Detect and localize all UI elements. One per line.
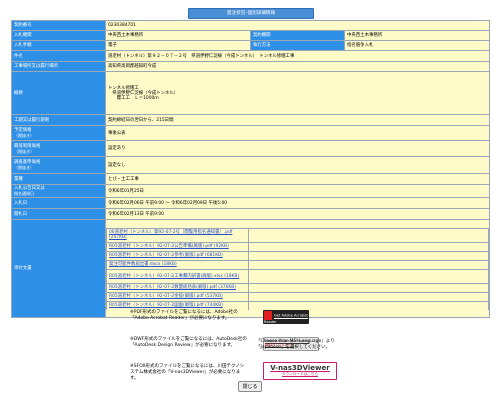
page-title: 発注状況･個別詳細情報 bbox=[188, 8, 314, 19]
document-link[interactable]: R05道老村（トンネル）92-07-2数量総括表(廃版).pdf (376KB) bbox=[109, 285, 246, 290]
attachments-label: 添付文書 bbox=[11, 219, 106, 318]
document-link[interactable]: R05道老村（トンネル）92-07-2金抜(廃版).pdf (537KB) bbox=[109, 294, 246, 299]
dwf-note: ※DWF形式のファイルをご覧になるには、AutoDesk社の「AutoDesk … bbox=[130, 337, 247, 348]
document-cell-right bbox=[248, 259, 489, 270]
location-label: 工事場所又は履行場所 bbox=[11, 61, 106, 72]
period-value: 契約締結日の翌日から、215日間 bbox=[104, 114, 491, 126]
bid-date-value: 令和6年02月06日 午前9:00 ～ 令和6年02月09日 午後5:00 bbox=[104, 197, 491, 209]
v-nas3dviewer-banner[interactable]: V-nas3DViewer ダウンロードはこちら bbox=[263, 362, 337, 380]
document-cell-right bbox=[248, 250, 489, 261]
industry-label: 業種 bbox=[11, 173, 106, 185]
attachments-list: 06道老村（トンネル）第92-07-2号（閲覧用指名通知書）.pdf (247K… bbox=[104, 219, 491, 318]
document-cell-right bbox=[248, 291, 489, 302]
subject-label: 件名 bbox=[11, 50, 106, 62]
min-price-label: 最低制限価格 （税抜き） bbox=[11, 140, 106, 157]
document-link[interactable]: 発注可能件数届出書.docx (18KB) bbox=[109, 262, 246, 267]
bidding-agency-label: 入札機関 bbox=[11, 30, 106, 41]
survey-price-label: 調査基準価格 （税抜き） bbox=[11, 156, 106, 174]
notice-date-label: 入札公告日又は 指名通知日 bbox=[11, 184, 106, 198]
document-cell-right bbox=[248, 268, 489, 284]
contract-agency-label: 契約機関 bbox=[250, 30, 345, 41]
opening-date-label: 開札日 bbox=[11, 208, 106, 220]
bid-date-label: 入札日 bbox=[11, 197, 106, 209]
execution-method-label: 執行方法 bbox=[250, 40, 345, 51]
language-note: 「Choose Your MSI Language」より「Japanese」を選… bbox=[256, 339, 335, 350]
location-value: 高知県高岡郡越知町今成 bbox=[104, 61, 491, 72]
close-button[interactable]: 閉じる bbox=[238, 381, 262, 392]
notice-date-value: 令和6年01月25日 bbox=[104, 184, 491, 198]
contract-number-value: 0230384701 bbox=[104, 20, 491, 31]
subject-value: 道老村（トンネル）第９２－０７－２号 県道伊野仁淀線（今成トンネル） トンネル修… bbox=[104, 50, 491, 62]
overview-label: 概要 bbox=[11, 71, 106, 115]
document-cell-right bbox=[248, 241, 489, 252]
opening-date-value: 令和6年02月13日 午前9:00 bbox=[104, 208, 491, 220]
survey-price-value: 設定なし bbox=[104, 156, 491, 174]
overview-line: 覆工工 Ｌ＝1000ｍ bbox=[108, 95, 159, 101]
document-cell-right bbox=[248, 227, 489, 243]
min-price-value: 設定あり bbox=[104, 140, 491, 157]
contract-agency-value: 中央西土木事務所 bbox=[343, 30, 491, 41]
pdf-note: ※PDF形式のファイルをご覧になるには、Adobe社の「Adobe Acroba… bbox=[130, 310, 238, 321]
document-link[interactable]: R05道老村（トンネル）92-07-2公告準備(廃版).pdf (92KB) bbox=[109, 244, 246, 249]
document-link[interactable]: R05道老村（トンネル）92-07-2図面(廃版).pdf (744KB) bbox=[109, 303, 246, 308]
overview-value: トンネル修繕工 県道伊野仁淀線（今成トンネル） 覆工工 Ｌ＝1000ｍ bbox=[104, 71, 491, 115]
bidding-agency-value: 中央西土木事務所 bbox=[105, 30, 251, 41]
bid-procedure-value: 電子 bbox=[105, 40, 251, 51]
execution-method-value: 指名競争入札 bbox=[343, 40, 491, 51]
detail-table: 契約番号 0230384701 入札機関 中央西土木事務所 契約機関 中央西土木… bbox=[11, 20, 491, 318]
document-link[interactable]: R05道老村（トンネル）92-07-2参考(廃版).pdf (681KB) bbox=[109, 253, 246, 258]
document-cell-right bbox=[248, 282, 489, 293]
contract-number-label: 契約番号 bbox=[11, 20, 106, 31]
period-label: 工期又は履行期限 bbox=[11, 114, 106, 126]
adobe-icon bbox=[264, 311, 272, 320]
bid-procedure-label: 入札手順 bbox=[11, 40, 106, 51]
document-cell-right bbox=[248, 300, 489, 310]
planned-price-label: 予定価格 （税抜き） bbox=[11, 125, 106, 141]
adobe-reader-banner[interactable]: Get Adobe Acrobat Reader bbox=[263, 310, 309, 324]
document-link[interactable]: 06道老村（トンネル）第92-07-2号（閲覧用指名通知書）.pdf (247K… bbox=[109, 230, 246, 240]
planned-price-value: 事後公表 bbox=[104, 125, 491, 141]
document-link[interactable]: R05道老村（トンネル）92-07-2工事費内訳書(廃版).xlsx (18KB… bbox=[109, 274, 246, 279]
industry-value: とび・土工工事 bbox=[104, 173, 491, 185]
sfx-note: ※SFOX形式のファイルをご覧になるには、川田テクノシステム株式会社の「V-na… bbox=[130, 364, 245, 381]
